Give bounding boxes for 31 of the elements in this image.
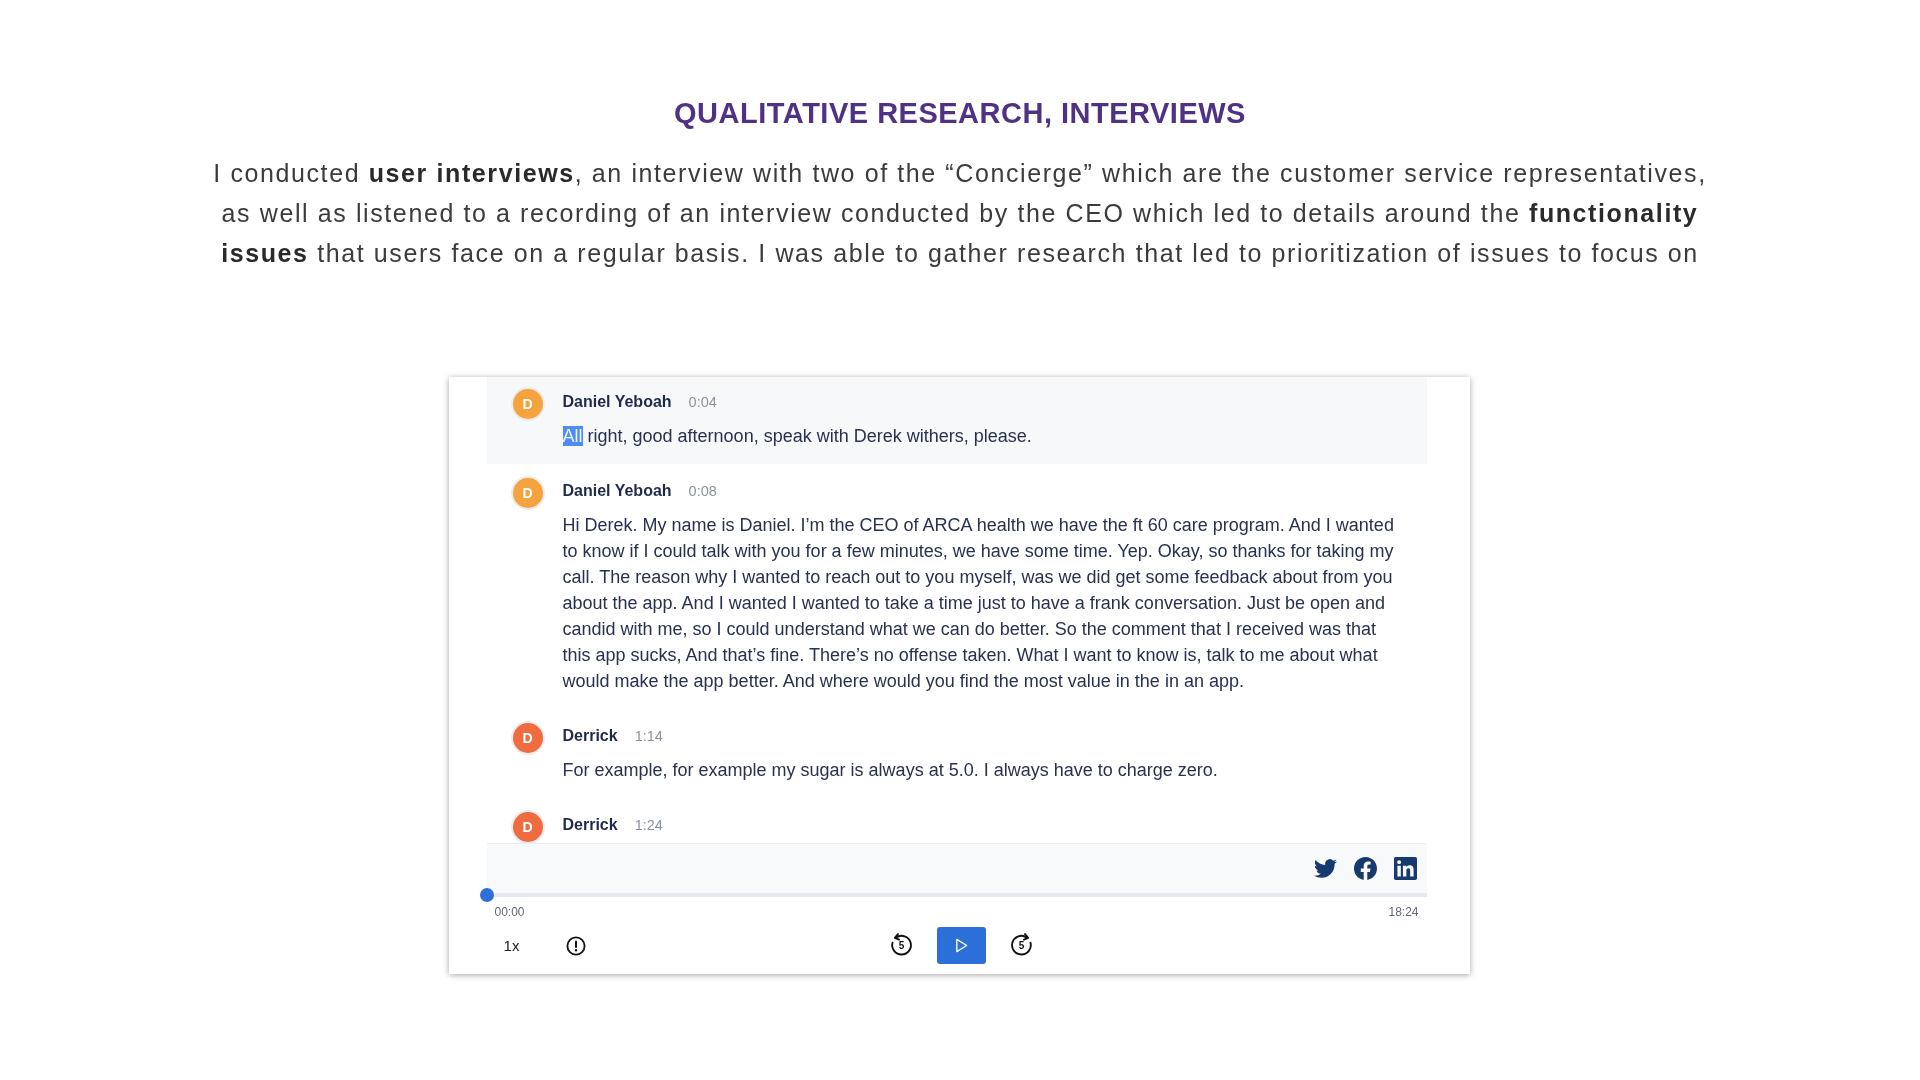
twitter-icon[interactable] (1313, 857, 1337, 880)
speaker-name: Daniel Yeboah (562, 393, 672, 411)
message-time: 0:08 (688, 483, 717, 499)
elapsed-time: 00:00 (494, 905, 525, 919)
speaker-avatar: D (512, 478, 543, 508)
speaker-avatar: D (512, 389, 543, 419)
message-text: Hi Derek. My name is Daniel. I’m the CEO of ARCA health we have the ft 60 care program. And I wanted to know if I could talk with you for a few minutes, we have some time. Yep. Okay, so thanks for taking my call. The reason why I wanted to reach out to you myself, was we did get some feedback about from you about the app. And I wanted I wanted to take a time just to have a frank conversation. Just be open and candid with me, so I could understand what we can do better. So the comment that I received was that this app sucks, And that’s fine. There’s no offense taken. What I want to know is, talk to me about what would make the app better. And where would you find the most value in the in an app. (562, 514, 1395, 693)
speaker-name: Derrick (562, 816, 618, 834)
message-time: 1:14 (634, 728, 663, 744)
message-text: For example, for example my sugar is always at 5.0. I always have to charge zero. (562, 759, 1219, 782)
speaker-avatar: D (512, 812, 543, 842)
message-time: 0:04 (688, 394, 717, 410)
alert-button[interactable] (564, 934, 587, 957)
intro-paragraph: I conducted user interviews, an interview with two of the “Concierge” which are the customer service representatives, as well as listened to a recording of an interview conducted by the CEO which led to details around the functionality issues that users face on a regular basis. I was able to gather research that led to prioritization of issues to focus on (212, 158, 1708, 269)
total-duration: 18:24 (1388, 905, 1419, 919)
speaker-name: Derrick (562, 727, 618, 745)
linkedin-icon[interactable] (1393, 857, 1417, 880)
play-icon (954, 938, 969, 953)
playback-speed-button[interactable]: 1x (496, 930, 527, 961)
counterclockwise-arrow-icon (889, 933, 914, 958)
section-heading: QUALITATIVE RESEARCH, INTERVIEWS (674, 96, 1246, 131)
message-time: 1:24 (634, 817, 663, 833)
exclamation-circle-icon (565, 935, 586, 956)
clockwise-arrow-icon (1009, 933, 1034, 958)
speaker-avatar: D (512, 723, 543, 753)
play-button[interactable] (937, 927, 986, 964)
skip-forward-button[interactable]: 5 (1009, 933, 1034, 958)
progress-thumb[interactable] (479, 888, 494, 902)
skip-back-button[interactable]: 5 (889, 933, 914, 958)
facebook-icon[interactable] (1353, 857, 1377, 880)
speaker-name: Daniel Yeboah (562, 482, 672, 500)
